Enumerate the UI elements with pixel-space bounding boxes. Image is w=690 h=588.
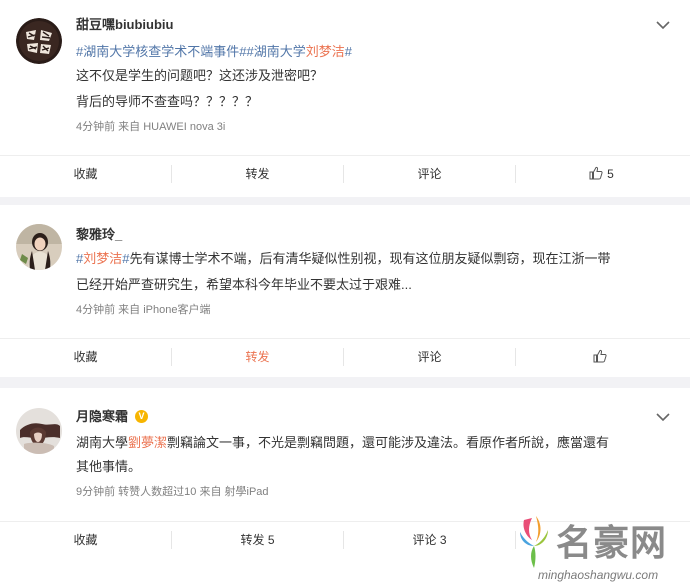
post-text-line-1: #湖南大学核查学术不端事件##湖南大学刘梦洁#	[76, 43, 352, 61]
post-card-1: 甜豆嘿biubiubiu #湖南大学核查学术不端事件##湖南大学刘梦洁# 这不仅…	[0, 0, 690, 197]
repost-button[interactable]: 转发	[172, 156, 343, 192]
watermark-name: 名豪网	[556, 522, 668, 563]
comment-button[interactable]: 评论	[344, 156, 515, 192]
post-text: 剽竊論文一事，不光是剽竊問題，還可能涉及違法。看原作者所說，應當還有	[167, 435, 610, 450]
chevron-down-icon[interactable]	[656, 412, 670, 422]
hashtag-link[interactable]: #湖南大学	[246, 44, 305, 59]
watermark-logo-icon	[520, 516, 548, 568]
post-text-line-2: 这不仅是学生的问题吧？这还涉及泄密吧？	[76, 68, 324, 83]
thumbs-up-icon	[589, 167, 603, 180]
post-text-line-2: 其他事情。	[76, 459, 142, 474]
like-count: 5	[607, 167, 614, 181]
post-card-2: 黎雅玲_ #刘梦洁#先有谋博士学术不端，后有清华疑似性别视，现有这位朋友疑似剽窃…	[0, 205, 690, 377]
post-text-line-3: 背后的导师不查查吗？？？？？	[76, 94, 259, 109]
avatar[interactable]	[16, 408, 62, 454]
verified-badge-icon: V	[135, 410, 148, 423]
thumbs-up-icon	[593, 350, 607, 363]
action-bar: 收藏 转发 评论	[0, 338, 690, 375]
watermark-url: minghaoshangwu.com	[538, 568, 659, 582]
repost-button[interactable]: 转发	[172, 339, 343, 375]
username[interactable]: 黎雅玲_	[76, 227, 122, 243]
chevron-down-icon[interactable]	[656, 20, 670, 30]
action-bar: 收藏 转发 评论 5	[0, 155, 690, 192]
collect-button[interactable]: 收藏	[0, 156, 171, 192]
collect-button[interactable]: 收藏	[0, 339, 171, 375]
avatar[interactable]	[16, 18, 62, 64]
post-text-line-2: 已经开始严查研究生，希望本科今年毕业不要太过于艰难...	[76, 277, 412, 292]
post-meta: 4分钟前 来自 HUAWEI nova 3i	[76, 121, 226, 133]
hashtag-end: #	[344, 44, 352, 59]
watermark: 名豪网 minghaoshangwu.com	[510, 512, 686, 586]
username[interactable]: 甜豆嘿biubiubiu	[76, 17, 173, 33]
like-button[interactable]: 5	[516, 156, 687, 192]
comment-button[interactable]: 评论	[344, 339, 515, 375]
repost-button[interactable]: 转发 5	[172, 522, 343, 558]
post-text: 先有谋博士学术不端，后有清华疑似性别视，现有这位朋友疑似剽窃，现在江浙一带	[129, 251, 611, 266]
collect-button[interactable]: 收藏	[0, 522, 171, 558]
hashtag-link[interactable]: #湖南大学核查学术不端事件#	[76, 44, 246, 59]
post-text-line-1: #刘梦洁#先有谋博士学术不端，后有清华疑似性别视，现有这位朋友疑似剽窃，现在江浙…	[76, 250, 611, 268]
post-meta: 9分钟前 转赞人数超过10 来自 射學iPad	[76, 486, 269, 498]
comment-button[interactable]: 评论 3	[344, 522, 515, 558]
post-text-line-1: 湖南大學劉夢潔剽竊論文一事，不光是剽竊問題，還可能涉及違法。看原作者所說，應當還…	[76, 434, 609, 452]
like-button[interactable]	[516, 339, 687, 375]
highlighted-name: 刘梦洁	[305, 44, 345, 59]
post-meta: 4分钟前 来自 iPhone客户端	[76, 304, 211, 316]
highlighted-name: 刘梦洁	[83, 251, 123, 266]
avatar[interactable]	[16, 224, 62, 270]
highlighted-name: 劉夢潔	[128, 435, 168, 450]
post-text-prefix: 湖南大學	[76, 435, 129, 450]
username[interactable]: 月隐寒霜	[76, 409, 128, 425]
